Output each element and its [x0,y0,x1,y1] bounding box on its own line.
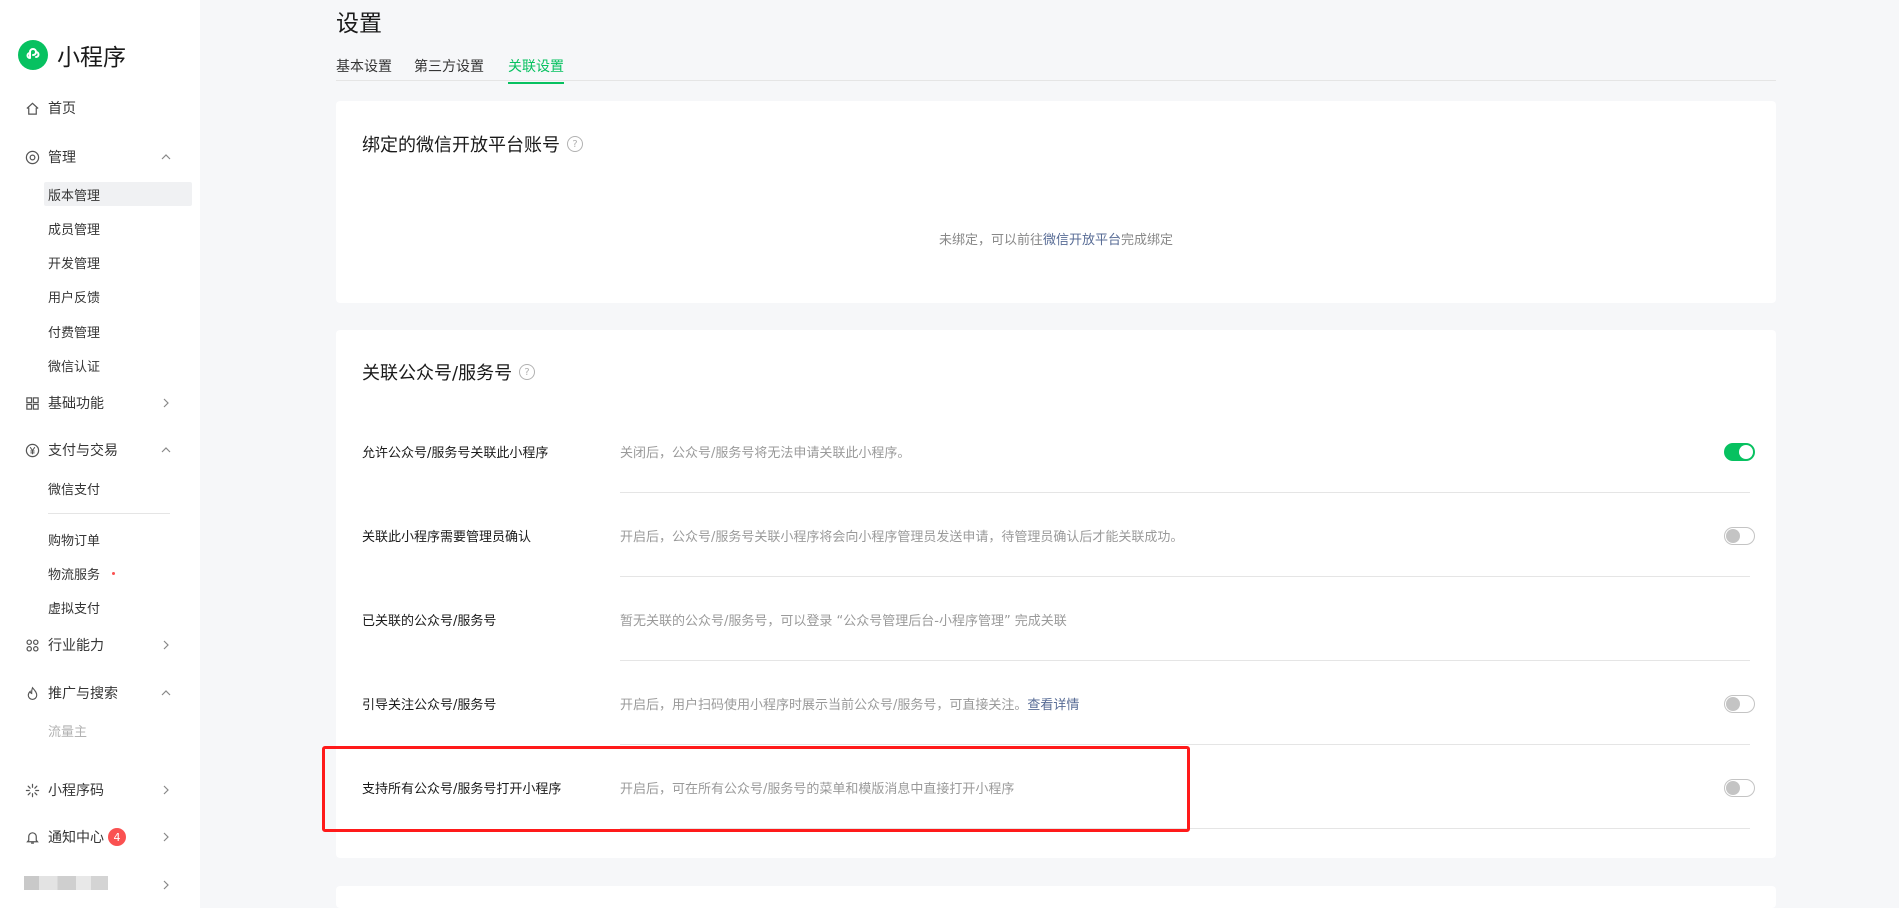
tab-association-settings[interactable]: 关联设置 [508,56,564,84]
toggle-knob [1726,697,1740,711]
open-platform-card: 绑定的微信开放平台账号 ? 未绑定，可以前往微信开放平台完成绑定 [336,101,1776,303]
toggle-knob [1739,445,1753,459]
nav-payment-label: 支付与交易 [48,443,118,459]
setting-desc: 开启后，公众号/服务号关联小程序将会向小程序管理员发送申请，待管理员确认后才能关… [620,530,1184,545]
manage-icon [24,149,40,165]
nav-promotion-label: 推广与搜索 [48,686,118,702]
chevron-up-icon [159,150,173,164]
flame-icon [24,685,40,701]
setting-desc-group: 开启后，用户扫码使用小程序时展示当前公众号/服务号，可直接关注。查看详情 [620,694,1079,713]
home-icon [24,100,40,116]
sidebar-item-members[interactable]: 成员管理 [48,216,188,240]
nav-basic-label: 基础功能 [48,396,104,412]
allow-association-toggle[interactable] [1724,443,1755,461]
setting-label: 允许公众号/服务号关联此小程序 [362,446,549,461]
sidebar-item-logistics-label: 物流服务 [48,567,101,583]
guide-follow-toggle[interactable] [1724,695,1755,713]
open-platform-title-row: 绑定的微信开放平台账号 ? [362,131,583,157]
setting-row: 允许公众号/服务号关联此小程序 关闭后，公众号/服务号将无法申请关联此小程序。 [362,409,1755,493]
toggle-knob [1726,781,1740,795]
sidebar-item-verify[interactable]: 微信认证 [48,353,188,377]
setting-row: 关联此小程序需要管理员确认 开启后，公众号/服务号关联小程序将会向小程序管理员发… [362,493,1755,577]
sidebar-item-billing[interactable]: 付费管理 [48,319,188,343]
sidebar-item-version[interactable]: 版本管理 [44,182,192,206]
setting-desc: 暂无关联的公众号/服务号，可以登录 “公众号管理后台-小程序管理” 完成关联 [620,614,1067,629]
sidebar: 小程序 首页 管理 版本管理 成员管理 开发管理 用户反馈 付费管理 微信认证 … [0,0,200,908]
oa-title-row: 关联公众号/服务号 ? [362,359,536,385]
industry-icon [24,637,40,653]
chevron-right-icon [159,830,173,844]
sidebar-item-traffic-owner[interactable]: 流量主 [48,718,188,742]
app-name: 小程序 [57,45,126,71]
next-card [336,886,1776,908]
chevron-right-icon [159,638,173,652]
open-platform-empty-text: 未绑定，可以前往微信开放平台完成绑定 [336,229,1776,248]
setting-label: 引导关注公众号/服务号 [362,698,497,713]
open-platform-link[interactable]: 微信开放平台 [1043,233,1121,248]
bell-icon [24,829,40,845]
account-avatar-blurred[interactable] [24,876,108,890]
nav-notifications-group: 通知中心 4 [48,827,126,847]
tab-basic-settings[interactable]: 基本设置 [336,56,392,82]
sidebar-item-wechat-pay[interactable]: 微信支付 [48,476,188,500]
setting-desc: 开启后，用户扫码使用小程序时展示当前公众号/服务号，可直接关注。 [620,698,1028,713]
sidebar-item-logistics[interactable]: 物流服务 [48,561,188,585]
qrcode-icon [24,782,40,798]
setting-desc: 关闭后，公众号/服务号将无法申请关联此小程序。 [620,446,911,461]
setting-label: 已关联的公众号/服务号 [362,614,497,629]
grid-icon [24,395,40,411]
chevron-right-icon [159,783,173,797]
chevron-right-icon [159,396,173,410]
highlight-box [322,746,1190,832]
tab-bar: 基本设置 第三方设置 关联设置 [336,52,1776,84]
sidebar-item-dev[interactable]: 开发管理 [48,250,188,274]
open-from-all-accounts-toggle[interactable] [1724,779,1755,797]
chevron-up-icon [159,443,173,457]
toggle-knob [1726,529,1740,543]
setting-row: 引导关注公众号/服务号 开启后，用户扫码使用小程序时展示当前公众号/服务号，可直… [362,661,1755,745]
nav-qrcode[interactable]: 小程序码 [0,776,200,804]
help-icon[interactable]: ? [567,136,583,152]
nav-home[interactable]: 首页 [0,94,200,122]
oa-title: 关联公众号/服务号 [362,363,513,384]
chevron-right-icon[interactable] [159,877,173,891]
admin-confirm-toggle[interactable] [1724,527,1755,545]
nav-notifications-label: 通知中心 [48,830,104,846]
page-title: 设置 [336,11,382,37]
nav-manage-label: 管理 [48,150,76,166]
nav-notifications[interactable]: 通知中心 4 [0,823,200,851]
view-details-link[interactable]: 查看详情 [1027,698,1079,713]
nav-qrcode-label: 小程序码 [48,783,104,799]
empty-suffix: 完成绑定 [1121,233,1174,248]
nav-industry[interactable]: 行业能力 [0,631,200,659]
nav-home-label: 首页 [48,101,76,117]
sidebar-divider [48,513,170,514]
yen-icon [24,442,40,458]
nav-promotion[interactable]: 推广与搜索 [0,679,200,707]
nav-payment[interactable]: 支付与交易 [0,436,200,464]
chevron-up-icon [159,686,173,700]
setting-row: 已关联的公众号/服务号 暂无关联的公众号/服务号，可以登录 “公众号管理后台-小… [362,577,1750,661]
nav-manage[interactable]: 管理 [0,143,200,171]
new-dot [112,571,116,575]
tab-third-party-settings[interactable]: 第三方设置 [414,56,484,82]
sidebar-item-orders[interactable]: 购物订单 [48,527,188,551]
help-icon[interactable]: ? [519,364,536,380]
nav-industry-label: 行业能力 [48,638,104,654]
setting-label: 关联此小程序需要管理员确认 [362,530,532,545]
open-platform-title: 绑定的微信开放平台账号 [362,135,560,156]
sidebar-item-virtual-pay[interactable]: 虚拟支付 [48,595,188,619]
sidebar-item-feedback[interactable]: 用户反馈 [48,284,188,308]
notification-count-badge: 4 [108,828,126,846]
nav-basic[interactable]: 基础功能 [0,389,200,417]
miniprogram-logo-icon [18,40,48,70]
app-logo[interactable]: 小程序 [18,38,126,72]
empty-prefix: 未绑定，可以前往 [938,233,1043,248]
